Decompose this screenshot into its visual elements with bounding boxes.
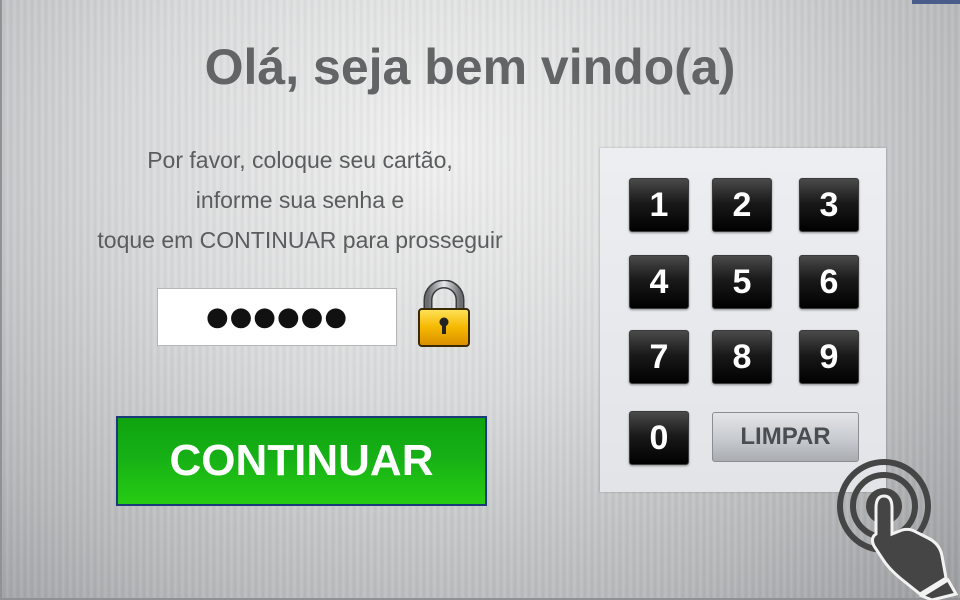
key-5[interactable]: 5 (712, 255, 772, 309)
key-4[interactable]: 4 (629, 255, 689, 309)
numeric-keypad: 1 2 3 4 5 6 7 8 9 0 LIMPAR (600, 148, 886, 492)
instruction-line-3: toque em CONTINUAR para prosseguir (97, 227, 503, 253)
key-8[interactable]: 8 (712, 330, 772, 384)
page-title: Olá, seja bem vindo(a) (204, 39, 736, 95)
instructions-text: Por favor, coloque seu cartão, informe s… (60, 140, 540, 260)
instruction-line-2: informe sua senha e (195, 187, 405, 213)
key-6[interactable]: 6 (799, 255, 859, 309)
key-7[interactable]: 7 (629, 330, 689, 384)
key-2[interactable]: 2 (712, 178, 772, 232)
pin-input[interactable]: ●●●●●● (157, 288, 397, 346)
key-3[interactable]: 3 (799, 178, 859, 232)
clear-button[interactable]: LIMPAR (712, 412, 859, 462)
key-1[interactable]: 1 (629, 178, 689, 232)
continue-button[interactable]: CONTINUAR (116, 416, 487, 506)
key-0[interactable]: 0 (629, 411, 689, 465)
instruction-line-1: Por favor, coloque seu cartão, (147, 147, 453, 173)
corner-indicator (912, 0, 960, 4)
touch-hand-icon (837, 459, 959, 600)
lock-icon (418, 280, 470, 347)
key-9[interactable]: 9 (799, 330, 859, 384)
